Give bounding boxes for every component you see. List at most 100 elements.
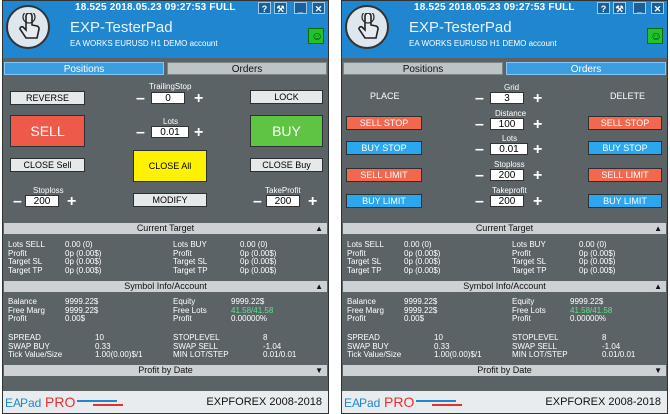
ct-left-labels: Lots SELL Profit Target SL Target TP xyxy=(347,240,384,275)
close-button[interactable]: ✕ xyxy=(312,2,325,14)
stoploss-minus-button[interactable]: – xyxy=(475,168,484,184)
stoploss-minus-button[interactable]: – xyxy=(13,194,22,210)
takeprofit-input[interactable]: 200 xyxy=(266,195,300,207)
close-buy-button[interactable]: CLOSE Buy xyxy=(250,158,323,172)
delete-sell-limit-button[interactable]: SELL LIMIT xyxy=(588,168,662,182)
lock-button[interactable]: LOCK xyxy=(250,90,323,104)
place-buy-stop-button[interactable]: BUY STOP xyxy=(346,141,422,155)
acc-left-labels: Balance Free Marg Profit xyxy=(8,297,45,323)
grid-minus-button[interactable]: – xyxy=(475,91,484,107)
distance-plus-button[interactable]: + xyxy=(533,117,542,133)
sym-right-values: 8 -1.04 0.01/0.01 xyxy=(263,333,297,359)
reverse-button[interactable]: REVERSE xyxy=(10,91,85,105)
trailing-input[interactable]: 0 xyxy=(151,92,185,104)
takeprofit-input[interactable]: 200 xyxy=(490,195,524,207)
sym-left-labels: SPREAD SWAP BUY Tick Value/Size xyxy=(8,333,63,359)
stoploss-plus-button[interactable]: + xyxy=(67,194,76,210)
stoploss-label: Stoploss xyxy=(33,186,64,195)
footer-decor-line xyxy=(77,400,117,402)
takeprofit-minus-button[interactable]: – xyxy=(253,194,262,210)
trailing-label: TrailingStop xyxy=(149,82,192,91)
tab-positions[interactable]: Positions xyxy=(343,62,503,75)
sym-left-values: 10 0.33 1.00(0.00)$/1 xyxy=(95,333,143,359)
smiley-status-icon: ☺ xyxy=(308,28,324,44)
acc-left-values: 9999.22$ 9999.22$ 0.00$ xyxy=(404,297,438,323)
ct-right-values: 0.00 (0) 0p (0.00$) 0p (0.00$) 0p (0.00$… xyxy=(579,240,616,275)
modify-button[interactable]: MODIFY xyxy=(133,193,207,207)
sym-right-values: 8 -1.04 0.01/0.01 xyxy=(602,333,636,359)
trailing-plus-button[interactable]: + xyxy=(194,91,203,107)
takeprofit-minus-button[interactable]: – xyxy=(475,194,484,210)
finger-tap-logo-icon xyxy=(6,5,50,49)
distance-input[interactable]: 100 xyxy=(490,118,524,130)
ct-left-values: 0.00 (0) 0p (0.00$) 0p (0.00$) 0p (0.00$… xyxy=(404,240,441,275)
lots-plus-button[interactable]: + xyxy=(194,125,203,141)
distance-minus-button[interactable]: – xyxy=(475,117,484,133)
tab-bar: Positions Orders xyxy=(3,62,328,76)
lots-plus-button[interactable]: + xyxy=(533,142,542,158)
stoploss-label: Stoploss xyxy=(494,160,525,169)
tab-orders[interactable]: Orders xyxy=(167,62,327,75)
stoploss-plus-button[interactable]: + xyxy=(533,168,542,184)
footer-ea: EA xyxy=(5,396,22,410)
ct-left-values: 0.00 (0) 0p (0.00$) 0p (0.00$) 0p (0.00$… xyxy=(65,240,102,275)
close-sell-button[interactable]: CLOSE Sell xyxy=(10,158,85,172)
app-title: EXP-TesterPad xyxy=(70,19,173,36)
footer-decor-line xyxy=(93,404,123,406)
sym-right-labels: STOPLEVEL SWAP SELL MIN LOT/STEP xyxy=(512,333,568,359)
stoploss-input[interactable]: 200 xyxy=(25,195,59,207)
close-button[interactable]: ✕ xyxy=(651,2,664,14)
lots-input[interactable]: 0.01 xyxy=(151,126,189,138)
minimize-button[interactable]: _ xyxy=(294,2,307,14)
tools-icon[interactable]: ⚒ xyxy=(613,2,626,14)
buy-button[interactable]: BUY xyxy=(250,115,323,147)
footer-copyright: EXPFOREX 2008-2018 xyxy=(545,396,661,408)
section-profit-by-date[interactable]: Profit by Date ▼ xyxy=(4,365,327,376)
takeprofit-plus-button[interactable]: + xyxy=(308,194,317,210)
section-current-target[interactable]: Current Target ▲ xyxy=(4,223,327,234)
section-profit-by-date[interactable]: Profit by Date ▼ xyxy=(343,365,666,376)
place-buy-limit-button[interactable]: BUY LIMIT xyxy=(346,194,422,208)
title-bar-text: 18.525 2018.05.23 09:27:53 FULL xyxy=(414,2,575,13)
place-sell-limit-button[interactable]: SELL LIMIT xyxy=(346,168,422,182)
delete-buy-limit-button[interactable]: BUY LIMIT xyxy=(588,194,662,208)
section-current-target[interactable]: Current Target ▲ xyxy=(343,223,666,234)
sym-right-labels: STOPLEVEL SWAP SELL MIN LOT/STEP xyxy=(173,333,229,359)
delete-sell-stop-button[interactable]: SELL STOP xyxy=(588,116,662,130)
grid-plus-button[interactable]: + xyxy=(533,91,542,107)
footer-decor-line xyxy=(432,404,462,406)
help-button[interactable]: ? xyxy=(258,2,271,14)
place-sell-stop-button[interactable]: SELL STOP xyxy=(346,116,422,130)
grid-input[interactable]: 3 xyxy=(490,92,524,104)
tab-positions[interactable]: Positions xyxy=(4,62,164,75)
profit-percent-value: 0.00000% xyxy=(570,314,607,323)
trailing-minus-button[interactable]: – xyxy=(136,91,145,107)
minimize-button[interactable]: _ xyxy=(633,2,646,14)
takeprofit-label: Takeprofit xyxy=(492,186,527,195)
lots-minus-button[interactable]: – xyxy=(136,125,145,141)
title-bar-text: 18.525 2018.05.23 09:27:53 FULL xyxy=(75,2,236,13)
delete-buy-stop-button[interactable]: BUY STOP xyxy=(588,141,662,155)
tab-orders[interactable]: Orders xyxy=(506,62,666,75)
acc-right-labels: Equity Free Lots Profit xyxy=(173,297,207,323)
tools-icon[interactable]: ⚒ xyxy=(274,2,287,14)
panel-orders: 18.525 2018.05.23 09:27:53 FULL ? ⚒ _ ✕ … xyxy=(341,0,668,414)
takeprofit-label: TakeProfit xyxy=(265,186,301,195)
footer-pro: PRO xyxy=(45,394,76,410)
close-all-button[interactable]: CLOSE All xyxy=(133,150,207,182)
help-button[interactable]: ? xyxy=(597,2,610,14)
footer-decor-line xyxy=(416,400,456,402)
lots-label: Lots xyxy=(163,117,179,126)
lots-minus-button[interactable]: – xyxy=(475,142,484,158)
title-bar[interactable]: 18.525 2018.05.23 09:27:53 FULL ? ⚒ _ ✕ xyxy=(3,1,328,16)
section-symbol-info[interactable]: Symbol Info/Account ▲ xyxy=(4,281,327,292)
footer-pro: PRO xyxy=(384,394,415,410)
lots-input[interactable]: 0.01 xyxy=(490,143,528,155)
takeprofit-plus-button[interactable]: + xyxy=(533,194,542,210)
title-bar[interactable]: 18.525 2018.05.23 09:27:53 FULL ? ⚒ _ ✕ xyxy=(342,1,667,16)
footer: EA Pad PRO EXPFOREX 2008-2018 xyxy=(342,391,667,413)
stoploss-input[interactable]: 200 xyxy=(490,169,524,181)
sell-button[interactable]: SELL xyxy=(10,115,85,147)
header: EXP-TesterPad EA WORKS EURUSD H1 DEMO ac… xyxy=(3,5,328,58)
section-symbol-info[interactable]: Symbol Info/Account ▲ xyxy=(343,281,666,292)
